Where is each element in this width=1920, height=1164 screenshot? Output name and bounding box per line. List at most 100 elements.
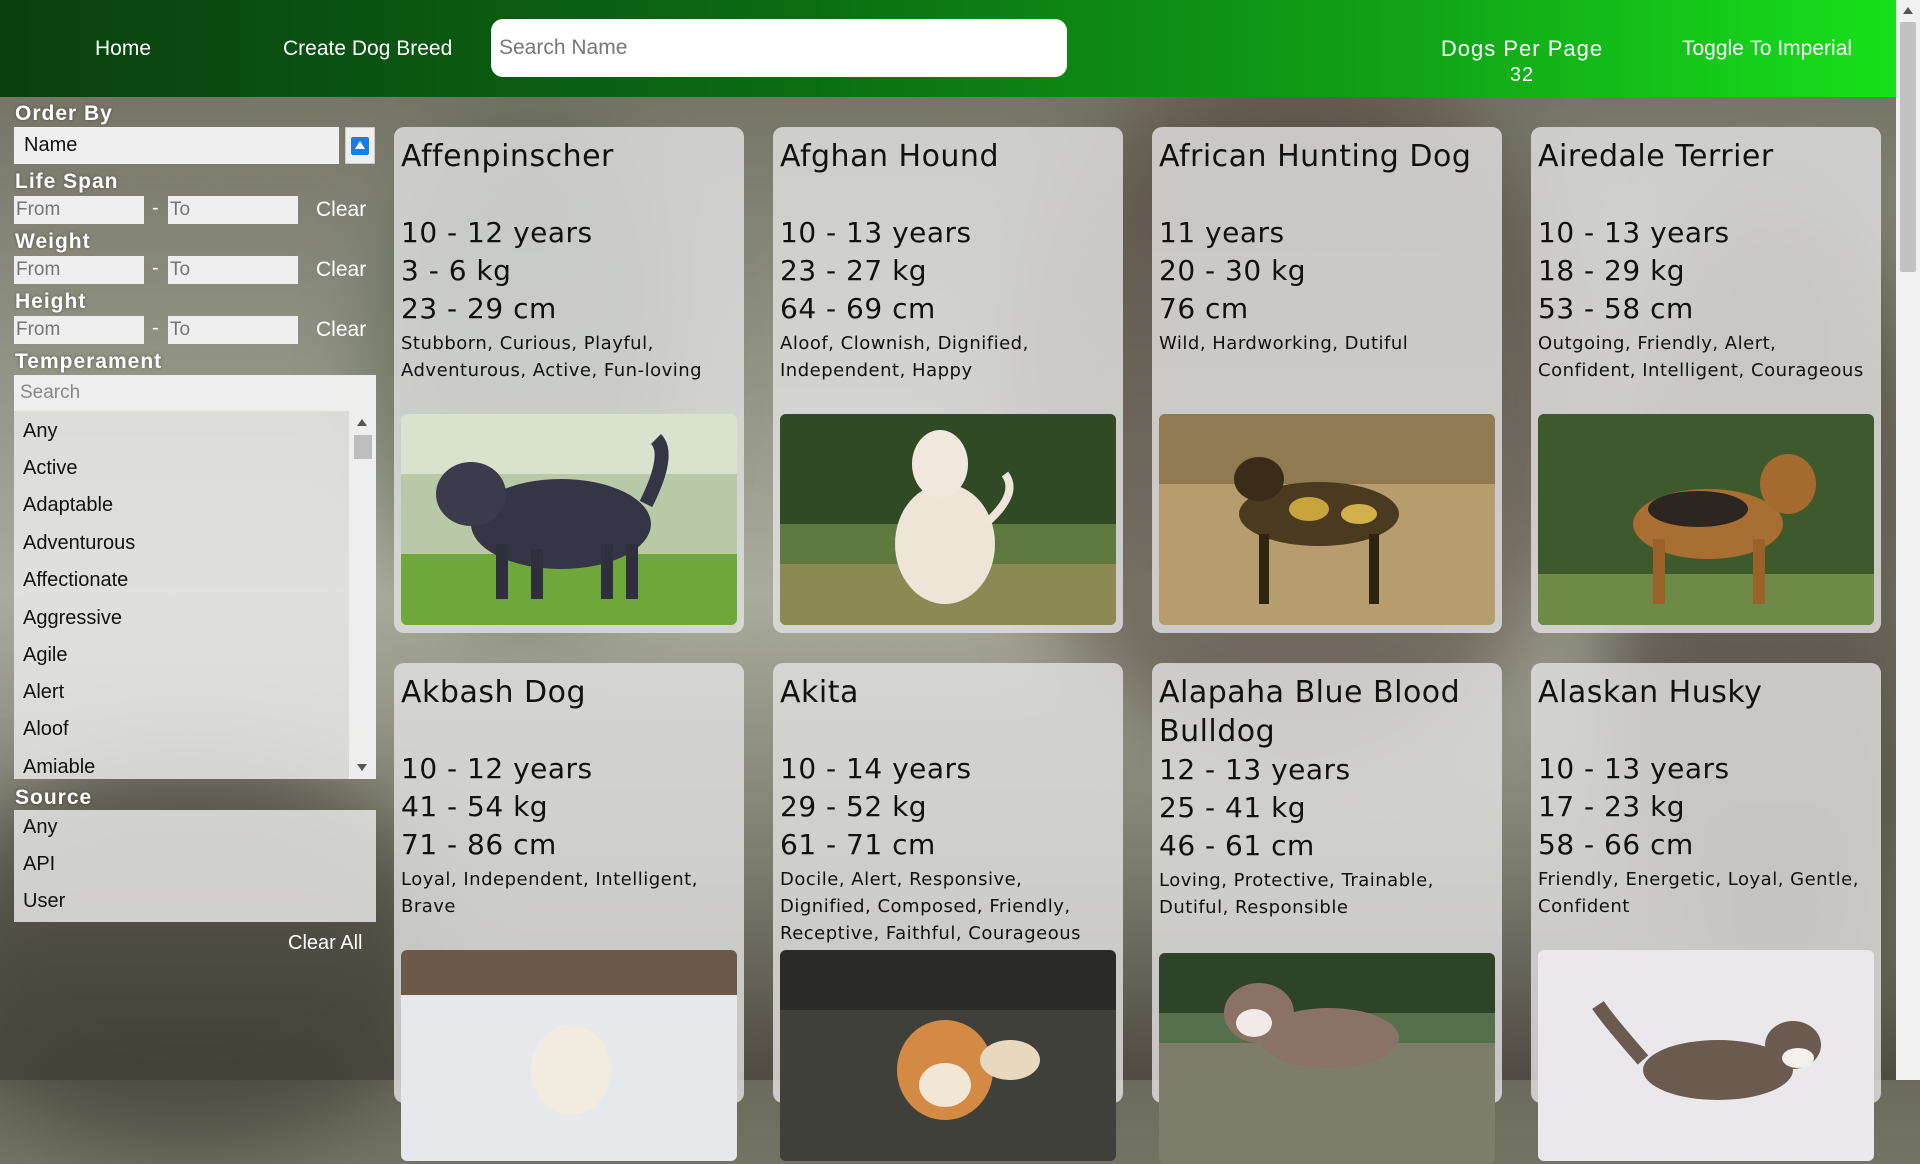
dog-weight: 41 - 54 kg xyxy=(401,790,549,823)
dog-life-span: 12 - 13 years xyxy=(1159,753,1351,786)
dog-card[interactable]: Airedale Terrier 10 - 13 years 18 - 29 k… xyxy=(1531,127,1881,633)
dog-image xyxy=(1159,953,1495,1164)
dog-life-span: 10 - 13 years xyxy=(1538,216,1730,249)
height-clear-button[interactable]: Clear xyxy=(316,318,366,342)
dog-image xyxy=(1159,414,1495,625)
temperament-option[interactable]: Alert xyxy=(23,681,64,704)
arrow-up-icon xyxy=(351,137,369,155)
temperament-search-input[interactable]: Search xyxy=(14,375,376,411)
weight-label: Weight xyxy=(15,230,91,253)
source-label: Source xyxy=(15,786,93,809)
dog-temperament: Docile, Alert, Responsive, Dignified, Co… xyxy=(780,869,1082,944)
range-dash: - xyxy=(152,317,159,339)
top-nav-bar: Home Create Dog Breed Dogs Per Page 32 T… xyxy=(0,0,1920,97)
temperament-option[interactable]: Affectionate xyxy=(23,569,128,592)
temperament-option[interactable]: Agile xyxy=(23,644,67,667)
dog-name: Akbash Dog xyxy=(401,675,586,710)
temperament-label: Temperament xyxy=(15,350,163,373)
dogs-per-page-control[interactable]: Dogs Per Page 32 xyxy=(1440,36,1604,87)
dog-life-span: 11 years xyxy=(1159,216,1285,249)
dog-name: African Hunting Dog xyxy=(1159,139,1472,174)
height-label: Height xyxy=(15,290,87,313)
source-option[interactable]: API xyxy=(23,853,55,876)
scroll-up-icon[interactable] xyxy=(357,419,367,426)
dog-name: Afghan Hound xyxy=(780,139,999,174)
dog-card[interactable]: Afghan Hound 10 - 13 years 23 - 27 kg 64… xyxy=(773,127,1123,633)
dog-image xyxy=(780,950,1116,1161)
order-by-select[interactable]: Name xyxy=(14,127,339,164)
life-span-from-input[interactable] xyxy=(14,196,144,224)
dogs-per-page-label: Dogs Per Page xyxy=(1440,36,1604,61)
dog-image xyxy=(1538,414,1874,625)
weight-clear-button[interactable]: Clear xyxy=(316,258,366,282)
dog-card[interactable]: Alaskan Husky 10 - 13 years 17 - 23 kg 5… xyxy=(1531,663,1881,1161)
dog-weight: 3 - 6 kg xyxy=(401,254,512,287)
height-to-input[interactable] xyxy=(168,316,298,344)
dog-name: Akita xyxy=(780,675,859,710)
dogs-per-page-value[interactable]: 32 xyxy=(1440,64,1604,87)
source-listbox[interactable]: Any API User xyxy=(14,810,376,922)
dog-image xyxy=(401,950,737,1161)
life-span-label: Life Span xyxy=(15,170,119,193)
life-span-clear-button[interactable]: Clear xyxy=(316,198,366,222)
temperament-option[interactable]: Aggressive xyxy=(23,607,122,630)
dog-card[interactable]: Akbash Dog 10 - 12 years 41 - 54 kg 71 -… xyxy=(394,663,744,1161)
temperament-option[interactable]: Adventurous xyxy=(23,532,135,555)
nav-create-breed-link[interactable]: Create Dog Breed xyxy=(283,37,452,61)
scroll-thumb[interactable] xyxy=(354,435,372,459)
dog-temperament: Wild, Hardworking, Dutiful xyxy=(1159,333,1409,354)
temperament-option[interactable]: Any xyxy=(23,420,57,443)
search-name-input[interactable] xyxy=(491,19,1067,77)
dog-image xyxy=(1538,950,1874,1161)
height-from-input[interactable] xyxy=(14,316,144,344)
dog-temperament: Aloof, Clownish, Dignified, Independent,… xyxy=(780,333,1029,381)
dog-height: 76 cm xyxy=(1159,292,1249,325)
page-scroll-thumb[interactable] xyxy=(1900,22,1916,272)
dog-image xyxy=(780,414,1116,625)
temperament-option[interactable]: Aloof xyxy=(23,718,69,741)
weight-from-input[interactable] xyxy=(14,256,144,284)
dog-life-span: 10 - 12 years xyxy=(401,216,593,249)
toggle-imperial-button[interactable]: Toggle To Imperial xyxy=(1682,37,1852,61)
sort-direction-button[interactable] xyxy=(345,127,375,164)
source-option[interactable]: Any xyxy=(23,816,57,839)
dog-card[interactable]: Akita 10 - 14 years 29 - 52 kg 61 - 71 c… xyxy=(773,663,1123,1161)
life-span-to-input[interactable] xyxy=(168,196,298,224)
temperament-option[interactable]: Adaptable xyxy=(23,494,113,517)
dog-card[interactable]: Affenpinscher 10 - 12 years 3 - 6 kg 23 … xyxy=(394,127,744,633)
dog-life-span: 10 - 13 years xyxy=(1538,752,1730,785)
dog-temperament: Loving, Protective, Trainable, Dutiful, … xyxy=(1159,870,1434,918)
dog-weight: 25 - 41 kg xyxy=(1159,791,1307,824)
dog-height: 71 - 86 cm xyxy=(401,828,557,861)
dog-card[interactable]: Alapaha Blue Blood Bulldog 12 - 13 years… xyxy=(1152,663,1502,1164)
dog-weight: 17 - 23 kg xyxy=(1538,790,1686,823)
temperament-option[interactable]: Active xyxy=(23,457,77,480)
dog-image xyxy=(401,414,737,625)
source-option[interactable]: User xyxy=(23,890,65,913)
weight-to-input[interactable] xyxy=(168,256,298,284)
range-dash: - xyxy=(152,257,159,279)
order-by-label: Order By xyxy=(15,102,113,125)
dog-weight: 29 - 52 kg xyxy=(780,790,928,823)
dog-name: Alapaha Blue Blood Bulldog xyxy=(1159,675,1461,749)
page-scrollbar[interactable] xyxy=(1896,0,1920,1080)
dog-height: 64 - 69 cm xyxy=(780,292,936,325)
temperament-listbox[interactable]: Search Any Active Adaptable Adventurous … xyxy=(14,375,376,779)
temperament-option[interactable]: Amiable xyxy=(23,756,95,779)
scroll-up-icon[interactable] xyxy=(1903,7,1913,14)
dog-temperament: Friendly, Energetic, Loyal, Gentle, Conf… xyxy=(1538,869,1859,917)
dog-height: 53 - 58 cm xyxy=(1538,292,1694,325)
range-dash: - xyxy=(152,197,159,219)
scroll-down-icon[interactable] xyxy=(357,764,367,771)
clear-all-button[interactable]: Clear All xyxy=(288,932,362,955)
dog-height: 23 - 29 cm xyxy=(401,292,557,325)
dog-name: Airedale Terrier xyxy=(1538,139,1774,174)
dog-card[interactable]: African Hunting Dog 11 years 20 - 30 kg … xyxy=(1152,127,1502,633)
dog-height: 61 - 71 cm xyxy=(780,828,936,861)
nav-home-link[interactable]: Home xyxy=(95,37,151,61)
dog-weight: 23 - 27 kg xyxy=(780,254,928,287)
dog-weight: 18 - 29 kg xyxy=(1538,254,1686,287)
dog-temperament: Stubborn, Curious, Playful, Adventurous,… xyxy=(401,333,703,381)
dog-name: Alaskan Husky xyxy=(1538,675,1763,710)
temperament-scrollbar[interactable] xyxy=(349,411,376,779)
